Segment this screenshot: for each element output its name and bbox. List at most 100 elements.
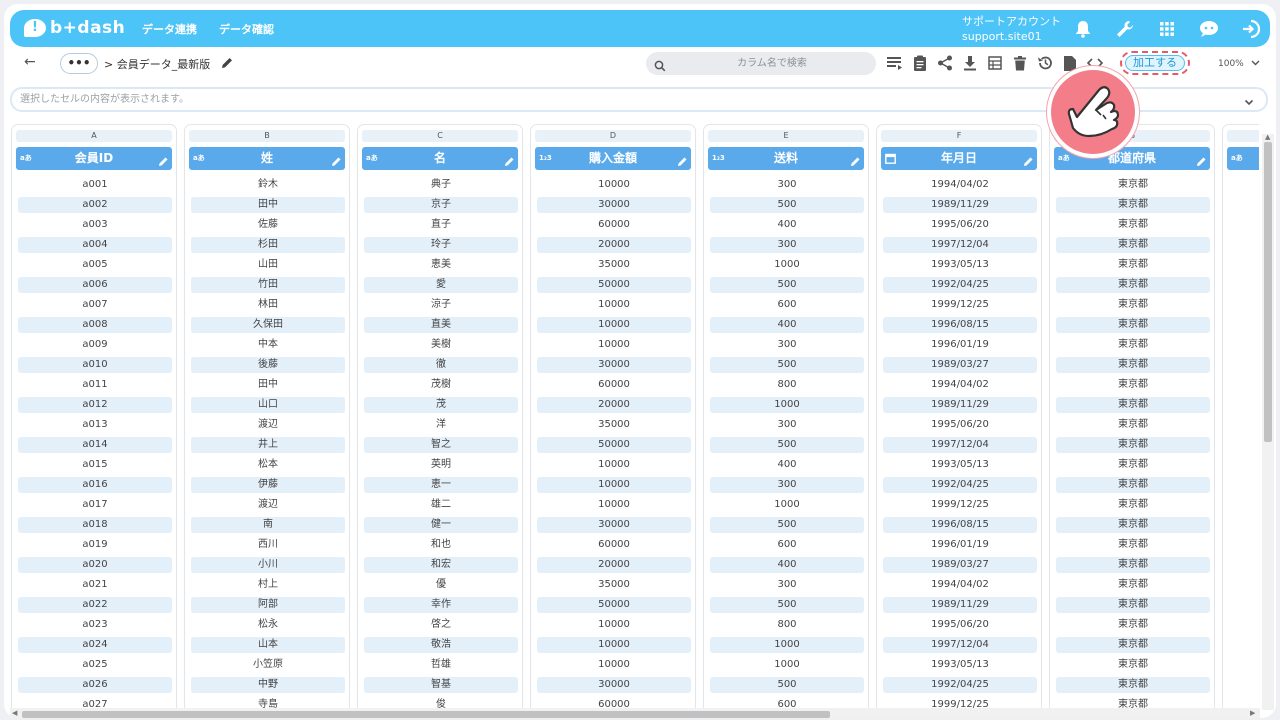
table-cell[interactable]: 500: [710, 597, 864, 613]
table-cell[interactable]: 中本: [191, 337, 345, 353]
trash-icon[interactable]: [1011, 53, 1029, 73]
table-cell[interactable]: 35000: [537, 417, 691, 433]
table-cell[interactable]: 井上: [191, 437, 345, 453]
table-cell[interactable]: 1997/12/04: [883, 637, 1037, 653]
table-cell[interactable]: a004: [18, 237, 172, 253]
table-cell[interactable]: 啓之: [364, 617, 518, 633]
table-cell[interactable]: a023: [18, 617, 172, 633]
table-cell[interactable]: 500: [710, 357, 864, 373]
table-cell[interactable]: 和也: [364, 537, 518, 553]
table-cell[interactable]: a013: [18, 417, 172, 433]
table-cell[interactable]: 東京都: [1056, 517, 1210, 533]
table-cell[interactable]: 東京都: [1056, 237, 1210, 253]
table-cell[interactable]: 1997/12/04: [883, 437, 1037, 453]
table-cell[interactable]: 東京都: [1056, 677, 1210, 693]
nav-item-data-check[interactable]: データ確認: [219, 21, 274, 37]
account-info[interactable]: サポートアカウント support.site01: [962, 14, 1061, 44]
column-letter[interactable]: C: [362, 130, 518, 142]
table-cell[interactable]: 山本: [191, 637, 345, 653]
search-input[interactable]: [674, 52, 870, 75]
logo[interactable]: b+dash: [24, 15, 125, 41]
table-cell[interactable]: 10000: [537, 177, 691, 193]
edit-column-icon[interactable]: [158, 152, 169, 175]
scroll-right-icon[interactable]: ▶: [1250, 709, 1255, 717]
table-cell[interactable]: 東京都: [1056, 557, 1210, 573]
table-cell[interactable]: 1992/04/25: [883, 477, 1037, 493]
table-cell[interactable]: 300: [710, 417, 864, 433]
table-cell[interactable]: 典子: [364, 177, 518, 193]
column-letter[interactable]: [1227, 130, 1259, 142]
table-cell[interactable]: 1995/06/20: [883, 417, 1037, 433]
table-cell[interactable]: 600: [710, 297, 864, 313]
expand-chevron-icon[interactable]: [1244, 92, 1254, 111]
table-cell[interactable]: 東京都: [1056, 417, 1210, 433]
more-button[interactable]: •••: [60, 53, 98, 74]
horizontal-scroll-thumb[interactable]: [22, 711, 830, 718]
chat-help-icon[interactable]: [1198, 18, 1220, 40]
table-cell[interactable]: 800: [710, 617, 864, 633]
table-cell[interactable]: 東京都: [1056, 177, 1210, 193]
column-letter[interactable]: D: [535, 130, 691, 142]
table-cell[interactable]: a008: [18, 317, 172, 333]
table-cell[interactable]: a002: [18, 197, 172, 213]
table-cell[interactable]: 和宏: [364, 557, 518, 573]
table-cell[interactable]: 東京都: [1056, 377, 1210, 393]
table-cell[interactable]: 東京都: [1056, 317, 1210, 333]
table-cell[interactable]: 1989/03/27: [883, 357, 1037, 373]
table-cell[interactable]: 健一: [364, 517, 518, 533]
table-cell[interactable]: a012: [18, 397, 172, 413]
table-cell[interactable]: 玲子: [364, 237, 518, 253]
table-cell[interactable]: 1989/11/29: [883, 197, 1037, 213]
download-icon[interactable]: [961, 53, 979, 73]
table-cell[interactable]: 恵一: [364, 477, 518, 493]
table-cell[interactable]: 1995/06/20: [883, 217, 1037, 233]
table-cell[interactable]: a006: [18, 277, 172, 293]
table-cell[interactable]: 30000: [537, 517, 691, 533]
column-header[interactable]: aあ 会員ID: [16, 147, 172, 170]
column-letter[interactable]: F: [881, 130, 1037, 142]
nav-item-data-link[interactable]: データ連携: [142, 21, 197, 37]
table-cell[interactable]: 東京都: [1056, 197, 1210, 213]
table-cell[interactable]: a020: [18, 557, 172, 573]
table-cell[interactable]: 50000: [537, 597, 691, 613]
table-cell[interactable]: 渡辺: [191, 497, 345, 513]
zoom-select[interactable]: 100%: [1206, 54, 1262, 73]
table-cell[interactable]: 東京都: [1056, 537, 1210, 553]
table-cell[interactable]: a016: [18, 477, 172, 493]
table-cell[interactable]: 竹田: [191, 277, 345, 293]
table-cell[interactable]: 1989/03/27: [883, 557, 1037, 573]
table-cell[interactable]: 東京都: [1056, 257, 1210, 273]
column-header[interactable]: aあ: [1227, 147, 1259, 170]
table-cell[interactable]: 洋: [364, 417, 518, 433]
table-cell[interactable]: 小笠原: [191, 657, 345, 673]
table-cell[interactable]: a007: [18, 297, 172, 313]
table-cell[interactable]: 村上: [191, 577, 345, 593]
edit-pencil-icon[interactable]: [220, 55, 234, 74]
table-cell[interactable]: 東京都: [1056, 477, 1210, 493]
table-cell[interactable]: 幸作: [364, 597, 518, 613]
table-cell[interactable]: 10000: [537, 637, 691, 653]
table-cell[interactable]: 東京都: [1056, 337, 1210, 353]
apps-grid-icon[interactable]: [1156, 18, 1178, 40]
table-cell[interactable]: 田中: [191, 377, 345, 393]
edit-column-icon[interactable]: [677, 152, 688, 175]
table-cell[interactable]: 智之: [364, 437, 518, 453]
table-cell[interactable]: 南: [191, 517, 345, 533]
table-cell[interactable]: 直美: [364, 317, 518, 333]
table-cell[interactable]: 10000: [537, 457, 691, 473]
table-cell[interactable]: a018: [18, 517, 172, 533]
edit-column-icon[interactable]: [1196, 152, 1207, 175]
table-cell[interactable]: 智基: [364, 677, 518, 693]
table-cell[interactable]: 1994/04/02: [883, 377, 1037, 393]
table-cell[interactable]: 茂樹: [364, 377, 518, 393]
table-cell[interactable]: 佐藤: [191, 217, 345, 233]
table-cell[interactable]: 10000: [537, 477, 691, 493]
table-cell[interactable]: 10000: [537, 617, 691, 633]
table-cell[interactable]: a026: [18, 677, 172, 693]
table-cell[interactable]: a025: [18, 657, 172, 673]
table-cell[interactable]: 1000: [710, 397, 864, 413]
column-letter[interactable]: B: [189, 130, 345, 142]
table-cell[interactable]: 中野: [191, 677, 345, 693]
table-cell[interactable]: 800: [710, 377, 864, 393]
wrench-icon[interactable]: [1114, 18, 1136, 40]
